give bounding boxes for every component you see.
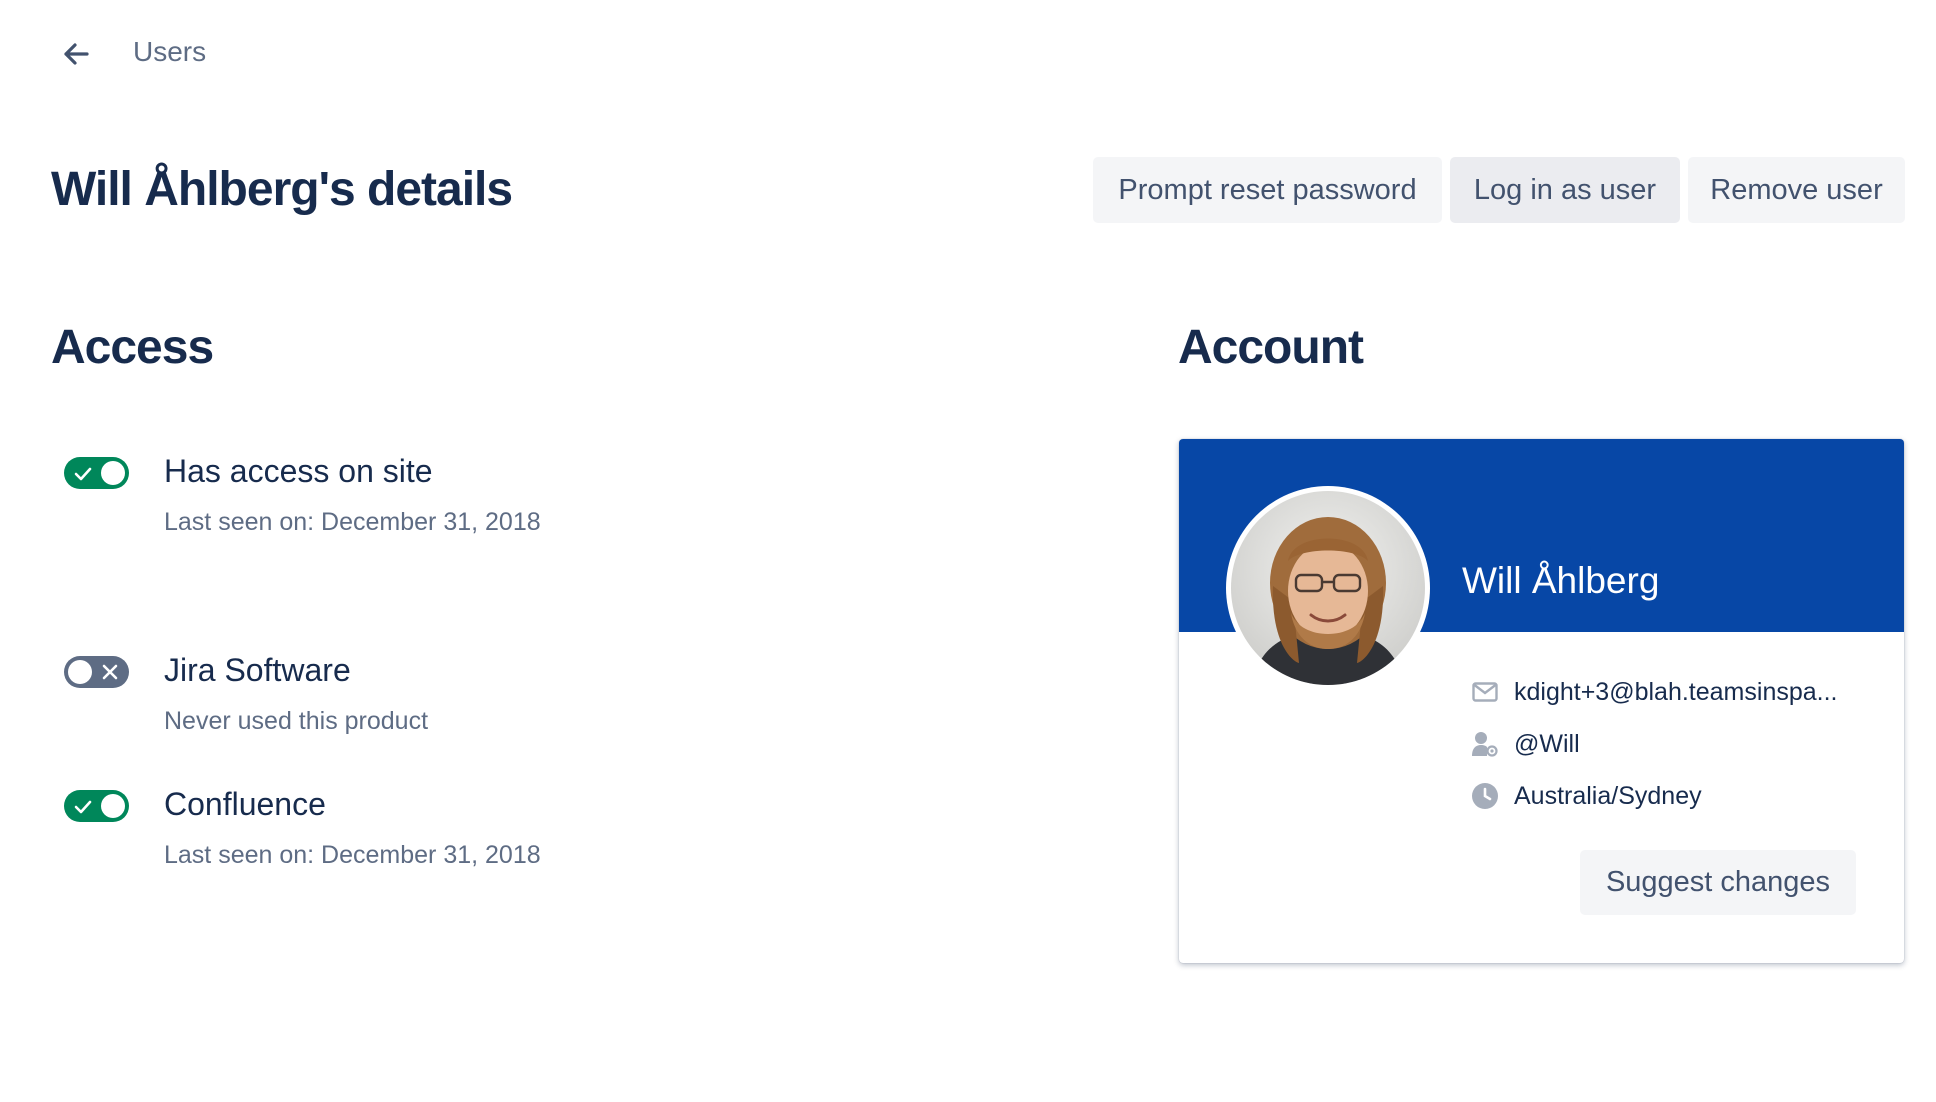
- site-access-toggle[interactable]: [64, 457, 129, 489]
- email-value: kdight+3@blah.teamsinspa...: [1514, 677, 1838, 706]
- toggle-knob: [101, 461, 125, 485]
- username-row: @Will: [1470, 729, 1580, 759]
- site-access-label: Has access on site: [164, 453, 433, 489]
- timezone-row: Australia/Sydney: [1470, 781, 1702, 811]
- close-icon: [102, 664, 118, 680]
- site-access-status: Last seen on: December 31, 2018: [164, 508, 541, 536]
- avatar: [1226, 486, 1430, 690]
- page-title: Will Åhlberg's details: [51, 163, 513, 216]
- toggle-knob: [68, 660, 92, 684]
- confluence-label: Confluence: [164, 786, 326, 822]
- user-mention-icon: [1470, 729, 1500, 759]
- username-value: @Will: [1514, 729, 1580, 758]
- clock-icon: [1470, 781, 1500, 811]
- account-heading: Account: [1178, 321, 1364, 374]
- toggle-knob: [101, 794, 125, 818]
- jira-software-label: Jira Software: [164, 652, 351, 688]
- arrow-left-icon: [64, 43, 89, 65]
- email-row: kdight+3@blah.teamsinspa...: [1470, 677, 1838, 707]
- email-icon: [1470, 677, 1500, 707]
- check-icon: [74, 467, 92, 481]
- access-heading: Access: [51, 321, 214, 374]
- jira-software-status: Never used this product: [164, 707, 429, 735]
- remove-user-button[interactable]: Remove user: [1688, 157, 1905, 223]
- breadcrumb-users[interactable]: Users: [133, 36, 206, 68]
- jira-software-toggle[interactable]: [64, 656, 129, 688]
- suggest-changes-button[interactable]: Suggest changes: [1580, 850, 1856, 915]
- timezone-value: Australia/Sydney: [1514, 781, 1702, 810]
- confluence-status: Last seen on: December 31, 2018: [164, 841, 541, 869]
- check-icon: [74, 800, 92, 814]
- confluence-toggle[interactable]: [64, 790, 129, 822]
- log-in-as-user-button[interactable]: Log in as user: [1450, 157, 1680, 223]
- profile-card: Will Åhlberg kdight+3@blah.teamsinspa...…: [1179, 439, 1904, 963]
- back-button[interactable]: [56, 34, 96, 74]
- prompt-reset-password-button[interactable]: Prompt reset password: [1093, 157, 1442, 223]
- profile-name: Will Åhlberg: [1462, 560, 1660, 601]
